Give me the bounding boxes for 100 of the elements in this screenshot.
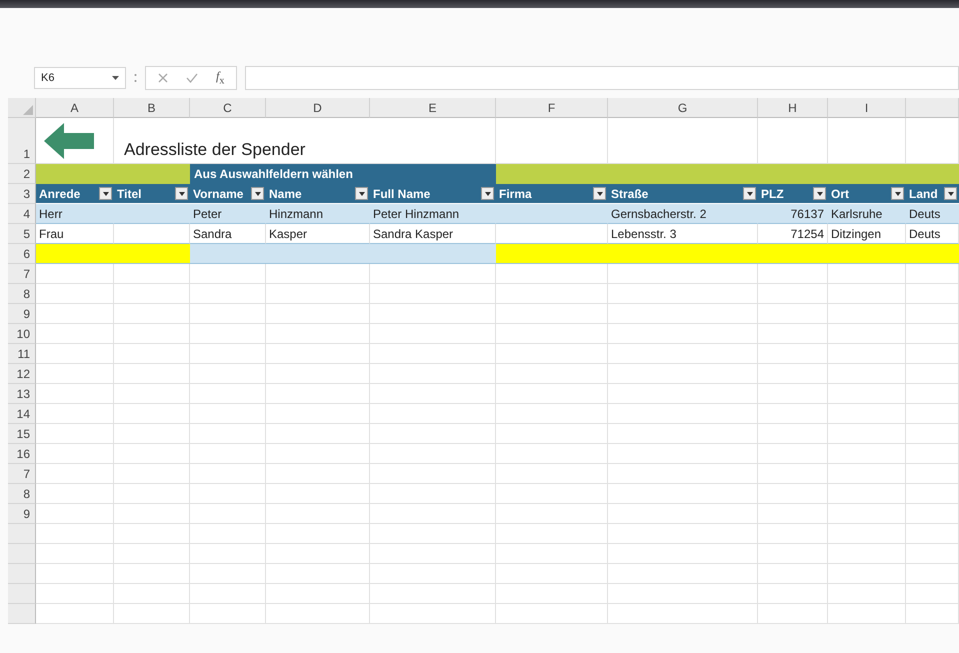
spreadsheet-cell[interactable]: [496, 404, 608, 424]
spreadsheet-cell[interactable]: [266, 464, 370, 484]
row-header[interactable]: 8: [8, 284, 36, 304]
spreadsheet-cell[interactable]: [608, 324, 758, 344]
spreadsheet-cell[interactable]: [266, 284, 370, 304]
spreadsheet-cell[interactable]: [828, 404, 906, 424]
spreadsheet-cell[interactable]: [608, 464, 758, 484]
spreadsheet-cell[interactable]: [758, 284, 828, 304]
row-header[interactable]: 9: [8, 304, 36, 324]
row-header[interactable]: 14: [8, 404, 36, 424]
spreadsheet-cell[interactable]: [828, 524, 906, 544]
spreadsheet-cell[interactable]: [608, 544, 758, 564]
filter-dropdown-button[interactable]: [813, 187, 826, 200]
spreadsheet-cell[interactable]: [828, 284, 906, 304]
spreadsheet-cell[interactable]: [266, 324, 370, 344]
spreadsheet-cell[interactable]: [496, 484, 608, 504]
spreadsheet-cell[interactable]: [608, 344, 758, 364]
spreadsheet-cell[interactable]: [370, 384, 496, 404]
spreadsheet-cell[interactable]: [190, 364, 266, 384]
spreadsheet-cell[interactable]: [370, 404, 496, 424]
spreadsheet-cell[interactable]: [190, 564, 266, 584]
spreadsheet-cell[interactable]: [828, 504, 906, 524]
column-header[interactable]: A: [36, 98, 114, 118]
spreadsheet-cell[interactable]: [828, 424, 906, 444]
spreadsheet-cell[interactable]: [906, 464, 959, 484]
column-header[interactable]: H: [758, 98, 828, 118]
spreadsheet-cell[interactable]: [190, 604, 266, 624]
spreadsheet-cell[interactable]: [608, 364, 758, 384]
spreadsheet-cell[interactable]: [496, 224, 608, 244]
column-header[interactable]: D: [266, 98, 370, 118]
spreadsheet-cell[interactable]: [496, 444, 608, 464]
spreadsheet-cell[interactable]: [190, 544, 266, 564]
spreadsheet-cell[interactable]: [758, 504, 828, 524]
spreadsheet-cell[interactable]: [266, 424, 370, 444]
column-header[interactable]: [906, 98, 959, 118]
select-all-corner[interactable]: [8, 98, 36, 118]
row-header[interactable]: 15: [8, 424, 36, 444]
spreadsheet-cell[interactable]: [608, 524, 758, 544]
spreadsheet-cell[interactable]: [906, 424, 959, 444]
spreadsheet-cell[interactable]: [114, 404, 190, 424]
spreadsheet-cell[interactable]: [370, 604, 496, 624]
spreadsheet-cell[interactable]: [36, 364, 114, 384]
spreadsheet-cell[interactable]: [190, 464, 266, 484]
spreadsheet-cell[interactable]: [828, 264, 906, 284]
spreadsheet-cell[interactable]: [114, 484, 190, 504]
spreadsheet-cell[interactable]: [758, 584, 828, 604]
spreadsheet-cell[interactable]: [114, 304, 190, 324]
spreadsheet-cell[interactable]: [266, 604, 370, 624]
spreadsheet-cell[interactable]: [608, 584, 758, 604]
spreadsheet-cell[interactable]: [906, 364, 959, 384]
spreadsheet-cell[interactable]: [36, 484, 114, 504]
spreadsheet-cell[interactable]: [828, 344, 906, 364]
spreadsheet-cell[interactable]: [266, 404, 370, 424]
spreadsheet-cell[interactable]: [190, 424, 266, 444]
spreadsheet-cell[interactable]: [496, 304, 608, 324]
row-header[interactable]: 10: [8, 324, 36, 344]
spreadsheet-cell[interactable]: [36, 584, 114, 604]
spreadsheet-cell[interactable]: [828, 484, 906, 504]
spreadsheet-cell[interactable]: [496, 544, 608, 564]
spreadsheet-cell[interactable]: [828, 584, 906, 604]
spreadsheet-cell[interactable]: [190, 384, 266, 404]
spreadsheet-cell[interactable]: [114, 324, 190, 344]
spreadsheet-cell[interactable]: [36, 304, 114, 324]
insert-function-button[interactable]: f$_{x}$: [216, 69, 224, 87]
spreadsheet-cell[interactable]: [608, 604, 758, 624]
spreadsheet-cell[interactable]: [370, 324, 496, 344]
spreadsheet-cell[interactable]: [828, 464, 906, 484]
row-header[interactable]: 2: [8, 164, 36, 184]
spreadsheet-cell[interactable]: [36, 524, 114, 544]
spreadsheet-cell[interactable]: [608, 564, 758, 584]
row-header[interactable]: 1: [8, 118, 36, 164]
spreadsheet-cell[interactable]: [36, 404, 114, 424]
spreadsheet-cell[interactable]: [114, 424, 190, 444]
row-header[interactable]: 7: [8, 264, 36, 284]
spreadsheet-cell[interactable]: [496, 604, 608, 624]
spreadsheet-cell[interactable]: [758, 484, 828, 504]
filter-dropdown-button[interactable]: [99, 187, 112, 200]
column-header[interactable]: G: [608, 98, 758, 118]
spreadsheet-cell[interactable]: [114, 284, 190, 304]
filter-dropdown-button[interactable]: [355, 187, 368, 200]
spreadsheet-cell[interactable]: [370, 504, 496, 524]
spreadsheet-cell[interactable]: [758, 564, 828, 584]
column-header[interactable]: F: [496, 98, 608, 118]
spreadsheet-cell[interactable]: [608, 284, 758, 304]
spreadsheet-cell[interactable]: [906, 384, 959, 404]
spreadsheet-cell[interactable]: [190, 444, 266, 464]
spreadsheet-cell[interactable]: [370, 544, 496, 564]
spreadsheet-cell[interactable]: [758, 524, 828, 544]
spreadsheet-cell[interactable]: [758, 404, 828, 424]
filter-dropdown-button[interactable]: [481, 187, 494, 200]
spreadsheet-cell[interactable]: [370, 564, 496, 584]
spreadsheet-cell[interactable]: [758, 604, 828, 624]
spreadsheet-cell[interactable]: [758, 384, 828, 404]
spreadsheet-cell[interactable]: [36, 444, 114, 464]
row-header[interactable]: 12: [8, 364, 36, 384]
spreadsheet-cell[interactable]: [114, 264, 190, 284]
spreadsheet-cell[interactable]: [608, 484, 758, 504]
spreadsheet-cell[interactable]: [370, 424, 496, 444]
spreadsheet-cell[interactable]: [36, 264, 114, 284]
column-header[interactable]: E: [370, 98, 496, 118]
